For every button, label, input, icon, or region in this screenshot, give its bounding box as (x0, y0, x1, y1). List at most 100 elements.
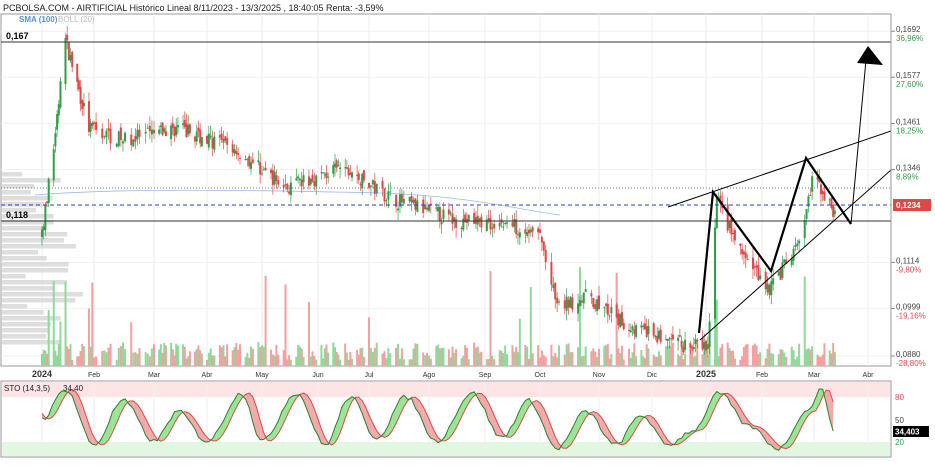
volume-bar (277, 354, 280, 366)
candle-body (183, 119, 186, 127)
volume-bar (633, 343, 636, 366)
candle-body (751, 257, 754, 270)
volume-bar (121, 342, 124, 366)
candle-body (569, 296, 572, 308)
candle-body (556, 297, 559, 304)
volume-bar (753, 343, 756, 366)
volume-bar (610, 354, 613, 366)
volume-bar (416, 343, 419, 366)
candle-body (715, 197, 718, 228)
volume-bar (733, 358, 736, 366)
volume-bar (262, 346, 265, 366)
volume-bar (592, 348, 595, 366)
volume-bar (666, 347, 669, 366)
candle-body (56, 114, 59, 130)
volume-bar (608, 358, 611, 366)
sto-tick-20: 20 (895, 438, 904, 447)
volume-bar (101, 350, 104, 366)
candle-body (792, 248, 795, 261)
candle-body (121, 141, 124, 144)
candle-body (335, 160, 338, 168)
volume-bar (491, 355, 494, 366)
chart-root: 0,167 0,118 0,1692 36,96% 0,1577 27,60% 0,14… (0, 0, 935, 461)
candle-body (282, 184, 285, 188)
candle-body (783, 259, 786, 263)
volume-bar (682, 359, 685, 366)
volume-bar (289, 359, 292, 366)
volume-bar (678, 356, 681, 366)
volume-profile-bar (2, 280, 68, 285)
candle-body (596, 299, 599, 311)
volume-bar (105, 352, 108, 366)
candle-body (833, 210, 836, 215)
candle-body (608, 315, 611, 317)
sto-zone-bottom (2, 442, 890, 456)
volume-bar (819, 356, 822, 366)
volume-bar (176, 345, 179, 366)
volume-bar (741, 356, 744, 366)
volume-bar (144, 352, 147, 366)
candle-body (76, 63, 79, 82)
volume-bar (728, 348, 731, 366)
candle-body (195, 131, 198, 142)
volume-bar (224, 356, 227, 366)
volume-bar (485, 359, 488, 366)
candle-body (777, 271, 780, 276)
volume-bar (755, 345, 758, 366)
volume-profile-bar (2, 202, 45, 207)
candle-body (656, 335, 659, 343)
volume-bar (282, 350, 285, 366)
candle-body (558, 301, 561, 303)
candle-body (805, 209, 808, 219)
volume-bar (261, 345, 263, 366)
candle-body (148, 125, 151, 132)
candle-body (426, 207, 429, 210)
x-tick-label: Dic (647, 372, 658, 379)
volume-bar (339, 359, 342, 366)
candle-body (781, 262, 784, 278)
volume-bar (171, 349, 174, 366)
candle-body (412, 199, 415, 203)
volume-bar (91, 282, 94, 366)
volume-bar (642, 356, 645, 366)
candle-body (289, 182, 292, 196)
volume-bar (315, 359, 318, 366)
candle-body (66, 34, 69, 41)
candle-body (511, 222, 514, 227)
candle-body (451, 213, 454, 224)
volume-bar (239, 344, 241, 366)
volume-bar (550, 344, 553, 366)
volume-bar (435, 346, 438, 366)
volume-bar (578, 267, 581, 366)
volume-bar (659, 355, 662, 366)
candle-body (248, 156, 251, 167)
volume-bar (605, 345, 608, 366)
volume-bar (124, 349, 127, 366)
candle-body (563, 300, 566, 309)
candle-body (680, 340, 683, 347)
candle-body (410, 195, 413, 203)
volume-bar (231, 350, 234, 366)
candle-body (101, 128, 104, 139)
candle-body (447, 209, 450, 215)
volume-bar (297, 344, 300, 366)
volume-bar (132, 352, 135, 366)
volume-bar (515, 347, 518, 366)
candle-body (703, 342, 706, 349)
volume-bar (233, 347, 236, 366)
volume-bar (493, 359, 496, 366)
volume-bar (664, 346, 667, 366)
volume-bar (480, 351, 483, 366)
candle-body (779, 268, 782, 280)
volume-bar (584, 346, 587, 366)
volume-bar (188, 351, 191, 366)
candle-body (159, 125, 162, 127)
volume-bar (270, 349, 273, 366)
candle-body (400, 193, 403, 203)
candle-body (744, 252, 747, 259)
volume-bar (606, 343, 609, 366)
volume-bar (71, 359, 74, 366)
volume-bar (751, 345, 754, 366)
candle-body (645, 326, 648, 337)
volume-bar (170, 342, 173, 366)
